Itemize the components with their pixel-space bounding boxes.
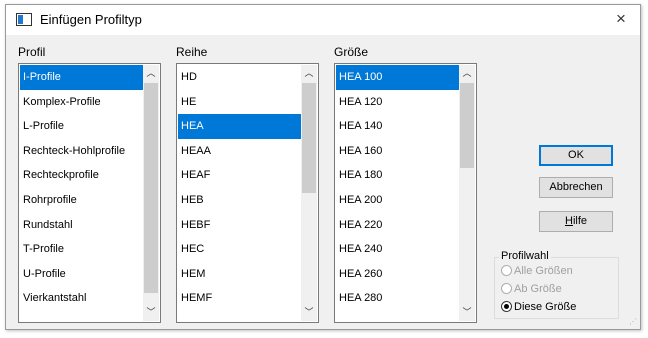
- list-item[interactable]: HEA 260: [336, 262, 459, 287]
- radio-label: Diese Größe: [514, 301, 577, 313]
- list-item[interactable]: Rechteck-Hohlprofile: [20, 139, 143, 164]
- window-app-icon: [16, 13, 32, 26]
- list-item[interactable]: HEA 220: [336, 213, 459, 238]
- list-item[interactable]: HEM: [178, 262, 301, 287]
- radio-circle-icon: [501, 264, 512, 276]
- title-bar[interactable]: Einfügen Profiltyp ×: [6, 5, 640, 35]
- list-item[interactable]: HEA 120: [336, 90, 459, 115]
- ok-button[interactable]: OK: [539, 145, 613, 166]
- list-item[interactable]: HEA 200: [336, 188, 459, 213]
- list-item[interactable]: Rundstahl: [20, 213, 143, 238]
- reihe-items: HD HE HEA HEAA HEAF HEB HEBF HEC HEM HEMF: [178, 65, 301, 311]
- list-item[interactable]: HE: [178, 90, 301, 115]
- help-button[interactable]: Hilfe: [539, 211, 613, 232]
- list-item[interactable]: HEA 100: [336, 65, 459, 90]
- profil-items: I-Profile Komplex-Profile L-Profile Rechtec…: [20, 65, 143, 311]
- groesse-listbox[interactable]: HEA 100 HEA 120 HEA 140 HEA 160 HEA 180 HEA 2…: [334, 63, 477, 323]
- groesse-items: HEA 100 HEA 120 HEA 140 HEA 160 HEA 180 HEA 2…: [336, 65, 459, 311]
- resize-grip-icon[interactable]: ⋰: [629, 318, 637, 326]
- list-item[interactable]: L-Profile: [20, 114, 143, 139]
- radio-label: Ab Größe: [514, 283, 562, 295]
- list-item[interactable]: HEA 140: [336, 114, 459, 139]
- radio-circle-icon: [501, 282, 512, 294]
- scroll-thumb[interactable]: [302, 83, 316, 193]
- reihe-label: Reihe: [176, 45, 208, 59]
- scroll-up-icon[interactable]: ︿: [143, 65, 159, 82]
- list-item[interactable]: T-Profile: [20, 237, 143, 262]
- scroll-down-icon[interactable]: ﹀: [301, 304, 317, 321]
- scroll-up-icon[interactable]: ︿: [301, 65, 317, 82]
- list-item[interactable]: HEA 180: [336, 163, 459, 188]
- profil-listbox[interactable]: I-Profile Komplex-Profile L-Profile Rechtec…: [18, 63, 161, 323]
- scroll-up-icon[interactable]: ︿: [459, 65, 475, 82]
- radio-selected-icon: [501, 300, 512, 312]
- profilwahl-title: Profilwahl: [499, 250, 551, 262]
- list-item[interactable]: HEA 240: [336, 237, 459, 262]
- scroll-thumb[interactable]: [144, 83, 158, 293]
- reihe-listbox[interactable]: HD HE HEA HEAA HEAF HEB HEBF HEC HEM HEMF ︿ ﹀: [176, 63, 319, 323]
- radio-label: Alle Größen: [514, 265, 573, 277]
- list-item[interactable]: Komplex-Profile: [20, 90, 143, 115]
- reihe-scrollbar[interactable]: ︿ ﹀: [301, 65, 317, 321]
- radio-alle-groessen[interactable]: Alle Größen: [501, 263, 573, 279]
- groesse-label: Größe: [334, 45, 369, 59]
- groesse-scrollbar[interactable]: ︿ ﹀: [459, 65, 475, 321]
- list-item[interactable]: HEC: [178, 237, 301, 262]
- list-item[interactable]: Rechteckprofile: [20, 163, 143, 188]
- list-item[interactable]: I-Profile: [20, 65, 143, 90]
- window-title: Einfügen Profiltyp: [40, 12, 142, 27]
- dialog-window: Einfügen Profiltyp × Profil I-Profile Kom…: [5, 4, 641, 330]
- list-item[interactable]: Rohrprofile: [20, 188, 143, 213]
- list-item[interactable]: HEBF: [178, 213, 301, 238]
- list-item[interactable]: HEB: [178, 188, 301, 213]
- close-button[interactable]: ×: [610, 8, 632, 30]
- list-item[interactable]: HEAA: [178, 139, 301, 164]
- radio-ab-groesse[interactable]: Ab Größe: [501, 281, 562, 297]
- list-item[interactable]: U-Profile: [20, 262, 143, 287]
- list-item[interactable]: HEA 280: [336, 286, 459, 311]
- cancel-button[interactable]: Abbrechen: [539, 177, 613, 198]
- list-item[interactable]: HD: [178, 65, 301, 90]
- profil-scrollbar[interactable]: ︿ ﹀: [143, 65, 159, 321]
- scroll-thumb[interactable]: [460, 83, 474, 168]
- list-item[interactable]: Vierkantstahl: [20, 286, 143, 311]
- scroll-down-icon[interactable]: ﹀: [143, 304, 159, 321]
- list-item[interactable]: HEAF: [178, 163, 301, 188]
- list-item[interactable]: HEMF: [178, 286, 301, 311]
- scroll-down-icon[interactable]: ﹀: [459, 304, 475, 321]
- list-item[interactable]: HEA 160: [336, 139, 459, 164]
- list-item[interactable]: HEA: [178, 114, 301, 139]
- profil-label: Profil: [18, 45, 46, 59]
- radio-diese-groesse[interactable]: Diese Größe: [501, 299, 576, 315]
